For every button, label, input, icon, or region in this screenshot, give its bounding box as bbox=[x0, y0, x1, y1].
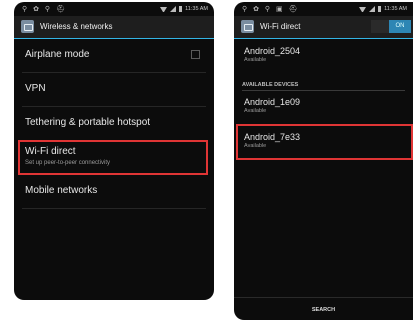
device-status: Available bbox=[244, 108, 267, 114]
wifi-direct-toggle[interactable]: ON bbox=[371, 20, 411, 33]
available-devices-header: AVAILABLE DEVICES bbox=[242, 82, 405, 91]
device-name: Android_1e09 bbox=[244, 97, 301, 107]
wifi-icon bbox=[359, 6, 367, 12]
notification-icons: ⚲ ✿ ⚲ ▣ ⛑ bbox=[242, 6, 300, 13]
tethering-item[interactable]: Tethering & portable hotspot bbox=[22, 107, 206, 141]
settings-app-icon[interactable] bbox=[241, 20, 254, 33]
airplane-mode-item[interactable]: Airplane mode bbox=[22, 39, 206, 73]
battery-icon bbox=[179, 6, 183, 12]
item-title: Mobile networks bbox=[25, 185, 98, 196]
page-title: Wireless & networks bbox=[40, 22, 113, 31]
device-name: Android_2504 bbox=[244, 46, 301, 56]
search-button[interactable]: SEARCH bbox=[312, 307, 335, 313]
bottom-bar: SEARCH bbox=[234, 297, 413, 320]
page-title: Wi-Fi direct bbox=[260, 22, 301, 31]
wifi-icon bbox=[160, 6, 168, 12]
settings-app-icon[interactable] bbox=[21, 20, 34, 33]
toggle-state: ON bbox=[389, 20, 411, 33]
settings-list: Airplane mode VPN Tethering & portable h… bbox=[14, 39, 214, 209]
status-bar: ⚲ ✿ ⚲ ▣ ⛑ 11:35 AM bbox=[234, 2, 413, 16]
airplane-mode-checkbox[interactable] bbox=[191, 50, 200, 59]
item-title: VPN bbox=[25, 83, 46, 94]
wireless-networks-screen: ⚲ ✿ ⚲ ⛑ 11:35 AM Wireless & networks Air… bbox=[14, 2, 214, 300]
wifi-direct-screen: ⚲ ✿ ⚲ ▣ ⛑ 11:35 AM Wi-Fi direct ON Andro… bbox=[234, 2, 413, 320]
signal-icon bbox=[369, 6, 376, 12]
action-bar: Wi-Fi direct ON bbox=[234, 16, 413, 39]
this-device: Android_2504 Available bbox=[244, 46, 300, 63]
device-status: Available bbox=[244, 57, 267, 63]
vpn-item[interactable]: VPN bbox=[22, 73, 206, 107]
status-bar: ⚲ ✿ ⚲ ⛑ 11:35 AM bbox=[14, 2, 214, 16]
device-item[interactable]: Android_1e09 Available bbox=[244, 97, 300, 114]
signal-icon bbox=[170, 6, 177, 12]
item-title: Airplane mode bbox=[25, 49, 90, 60]
battery-icon bbox=[378, 6, 382, 12]
device-highlight bbox=[236, 124, 413, 160]
notification-icons: ⚲ ✿ ⚲ ⛑ bbox=[22, 6, 67, 13]
item-title: Tethering & portable hotspot bbox=[25, 117, 151, 128]
status-time: 11:35 AM bbox=[384, 6, 407, 12]
wifi-direct-highlight bbox=[18, 140, 208, 175]
action-bar: Wireless & networks bbox=[14, 16, 214, 39]
status-time: 11:35 AM bbox=[185, 6, 208, 12]
mobile-networks-item[interactable]: Mobile networks bbox=[22, 175, 206, 209]
